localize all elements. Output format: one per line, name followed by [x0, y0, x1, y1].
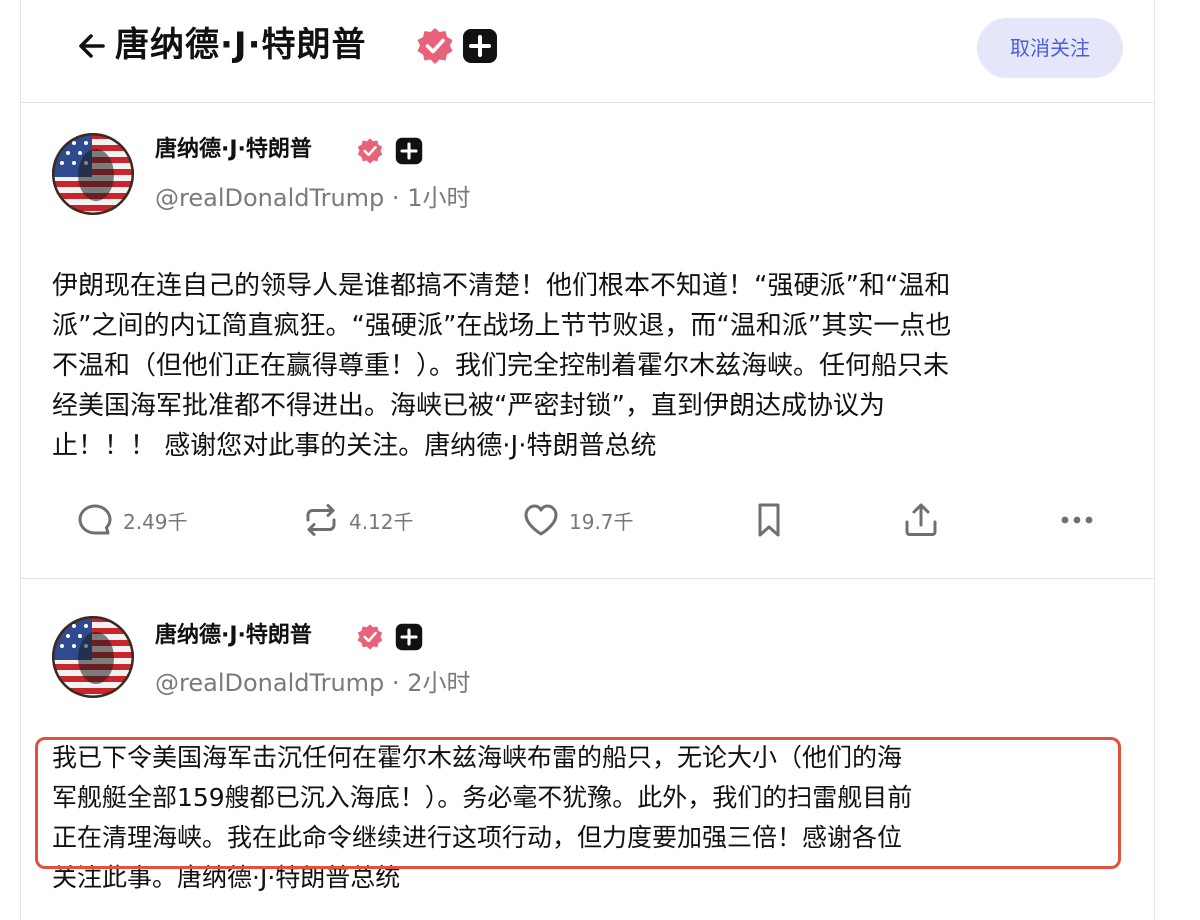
- heart-icon: [521, 500, 561, 540]
- post-item[interactable]: 唐纳德·J·特朗普 @realDonaldTrump · 1小时 伊朗现在连自己…: [21, 103, 1154, 579]
- handle[interactable]: @realDonaldTrump: [155, 669, 384, 697]
- column-divider-right: [1154, 0, 1155, 920]
- separator: ·: [384, 184, 408, 212]
- plus-badge-icon: [462, 28, 498, 64]
- timestamp[interactable]: 1小时: [407, 184, 470, 212]
- reply-count: 2.49千: [123, 509, 188, 534]
- page-title: 唐纳德·J·特朗普: [115, 25, 367, 65]
- action-bar: 2.49千 4.12千 19.7千: [21, 488, 1154, 552]
- post-text: 我已下令美国海军击沉任何在霍尔木兹海峡布雷的船只，无论大小（他们的海 军舰艇全部…: [52, 743, 913, 892]
- handle-line: @realDonaldTrump · 1小时: [155, 181, 470, 215]
- more-button[interactable]: [1057, 500, 1097, 540]
- share-button[interactable]: [901, 500, 941, 540]
- profile-header: 唐纳德·J·特朗普 取消关注: [21, 0, 1154, 103]
- verified-badge-icon: [356, 137, 384, 165]
- verified-badge-icon: [356, 623, 384, 651]
- post-text: 伊朗现在连自己的领导人是谁都搞不清楚！他们根本不知道！“强硬派”和“温和 派”之…: [52, 271, 952, 461]
- bookmark-icon: [749, 500, 789, 540]
- avatar[interactable]: [52, 133, 134, 215]
- reply-button[interactable]: 2.49千: [75, 500, 188, 540]
- like-button[interactable]: 19.7千: [521, 500, 634, 540]
- bookmark-button[interactable]: [749, 500, 789, 540]
- verified-badge-icon: [415, 26, 455, 66]
- timestamp[interactable]: 2小时: [407, 669, 470, 697]
- share-icon: [901, 500, 941, 540]
- separator: ·: [384, 669, 408, 697]
- app-frame: 唐纳德·J·特朗普 取消关注 唐纳德·J·特朗普 @realDonaldTrum…: [0, 0, 1200, 920]
- like-count: 19.7千: [569, 509, 634, 534]
- repost-button[interactable]: 4.12千: [301, 500, 414, 540]
- author-name[interactable]: 唐纳德·J·特朗普: [155, 133, 312, 167]
- repost-count: 4.12千: [349, 509, 414, 534]
- plus-badge-icon: [395, 623, 423, 651]
- reply-icon: [75, 500, 115, 540]
- avatar[interactable]: [52, 616, 134, 698]
- more-icon: [1057, 500, 1097, 540]
- arrow-left-icon[interactable]: [73, 26, 113, 66]
- post-item[interactable]: 唐纳德·J·特朗普 @realDonaldTrump · 2小时 我已下令美国海…: [21, 582, 1154, 920]
- handle[interactable]: @realDonaldTrump: [155, 184, 384, 212]
- handle-line: @realDonaldTrump · 2小时: [155, 666, 470, 700]
- author-name[interactable]: 唐纳德·J·特朗普: [155, 619, 312, 653]
- repost-icon: [301, 500, 341, 540]
- plus-badge-icon: [395, 137, 423, 165]
- unfollow-button[interactable]: 取消关注: [977, 18, 1123, 78]
